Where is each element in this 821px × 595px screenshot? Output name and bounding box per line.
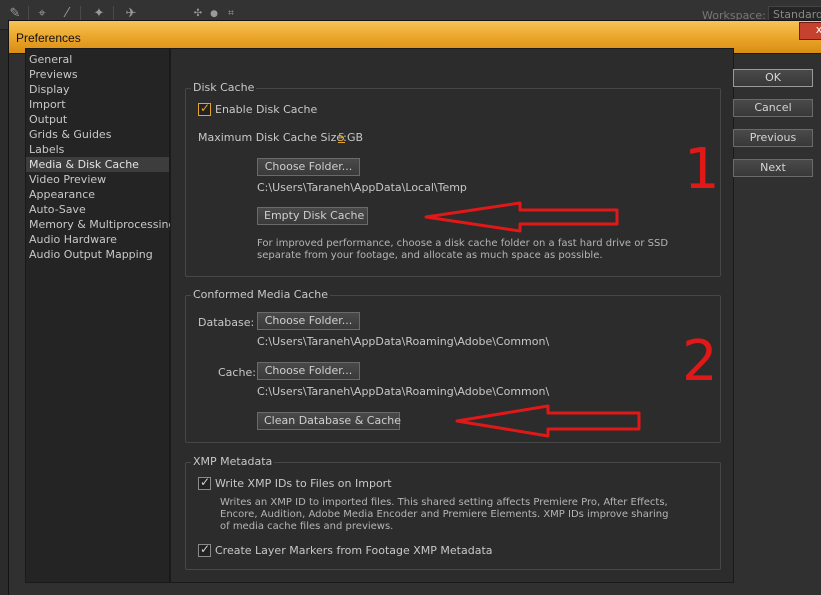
write-xmp-ids-label: Write XMP IDs to Files on Import [215,477,392,490]
xmp-metadata-group: XMP Metadata Write XMP IDs to Files on I… [185,455,721,570]
disk-cache-group: Disk Cache Enable Disk Cache Maximum Dis… [185,81,721,277]
database-label: Database: [198,316,255,329]
category-item[interactable]: Memory & Multiprocessing [26,217,175,232]
category-item[interactable]: Output [26,112,169,127]
write-xmp-ids-checkbox[interactable] [198,475,211,490]
cancel-button[interactable]: Cancel [733,99,813,117]
settings-panel: Disk Cache Enable Disk Cache Maximum Dis… [170,48,734,583]
category-item[interactable]: Appearance [26,187,169,202]
category-item[interactable]: Auto-Save [26,202,169,217]
create-layer-markers-checkbox[interactable] [198,542,211,557]
disk-cache-info: For improved performance, choose a disk … [257,238,669,261]
enable-disk-cache-checkbox[interactable] [198,101,211,116]
conformed-media-cache-group: Conformed Media Cache Database: Choose F… [185,288,721,443]
write-xmp-ids-info: Writes an XMP ID to imported files. This… [220,497,669,532]
conformed-cache-title: Conformed Media Cache [191,288,331,301]
category-item[interactable]: Audio Output Mapping [26,247,169,262]
category-item[interactable]: Labels [26,142,169,157]
category-item[interactable]: Media & Disk Cache [26,157,169,172]
category-item[interactable]: General [26,52,169,67]
cache-choose-folder-button[interactable]: Choose Folder... [257,362,360,380]
max-cache-size-unit: GB [347,131,364,144]
database-choose-folder-button[interactable]: Choose Folder... [257,312,360,330]
disk-cache-title: Disk Cache [191,81,257,94]
next-button[interactable]: Next [733,159,813,177]
category-item[interactable]: Video Preview [26,172,169,187]
category-item[interactable]: Display [26,82,169,97]
category-item[interactable]: Import [26,97,169,112]
category-item[interactable]: Grids & Guides [26,127,169,142]
previous-button[interactable]: Previous [733,129,813,147]
max-cache-size-value[interactable]: 5 [338,131,345,144]
category-item[interactable]: Previews [26,67,169,82]
close-button[interactable]: x [799,22,821,40]
annotation-number-1: 1 [684,137,720,202]
create-layer-markers-label: Create Layer Markers from Footage XMP Me… [215,544,493,557]
disk-cache-path: C:\Users\Taraneh\AppData\Local\Temp [257,181,467,194]
category-list: General Previews Display Import Output Grids … [25,48,175,583]
dialog-title: Preferences [16,31,81,45]
category-item[interactable]: Audio Hardware [26,232,169,247]
ok-button[interactable]: OK [733,69,813,87]
clean-database-cache-button[interactable]: Clean Database & Cache [257,412,401,430]
xmp-metadata-title: XMP Metadata [191,455,275,468]
cache-path: C:\Users\Taraneh\AppData\Roaming\Adobe\C… [257,385,550,398]
empty-disk-cache-button[interactable]: Empty Disk Cache [257,207,368,225]
cache-label: Cache: [218,366,256,379]
enable-disk-cache-label: Enable Disk Cache [215,103,318,116]
database-path: C:\Users\Taraneh\AppData\Roaming\Adobe\C… [257,335,550,348]
disk-cache-choose-folder-button[interactable]: Choose Folder... [257,158,360,176]
annotation-number-2: 2 [682,329,718,394]
max-cache-size-label: Maximum Disk Cache Size: [198,131,347,144]
